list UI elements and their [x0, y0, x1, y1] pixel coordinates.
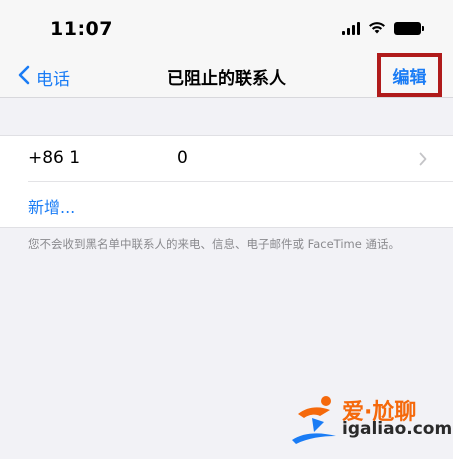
contact-number-prefix: +86 1	[28, 148, 81, 168]
status-bar: 11:07	[0, 0, 453, 58]
add-new-button[interactable]: 新增...	[0, 182, 453, 227]
blocked-contacts-list: +86 1 0 新增...	[0, 135, 453, 228]
watermark-domain: igaliao.com	[342, 419, 453, 439]
chevron-right-icon	[419, 151, 427, 170]
watermark-logo-icon	[290, 392, 340, 451]
blocked-contact-row[interactable]: +86 1 0	[0, 136, 453, 181]
add-new-label: 新增...	[28, 198, 76, 217]
navigation-bar: 电话 已阻止的联系人 编辑	[0, 53, 453, 98]
status-time: 11:07	[50, 18, 113, 40]
wifi-icon	[368, 19, 386, 38]
status-icons	[342, 19, 424, 38]
cellular-signal-icon	[342, 21, 360, 35]
battery-icon	[394, 21, 424, 35]
footer-note: 您不会收到黑名单中联系人的来电、信息、电子邮件或 FaceTime 通话。	[28, 237, 400, 251]
edit-button[interactable]: 编辑	[377, 53, 442, 97]
contact-number-suffix: 0	[177, 148, 188, 168]
edit-button-label: 编辑	[392, 67, 427, 88]
watermark: 爱·尬聊 igaliao.com	[290, 392, 452, 447]
